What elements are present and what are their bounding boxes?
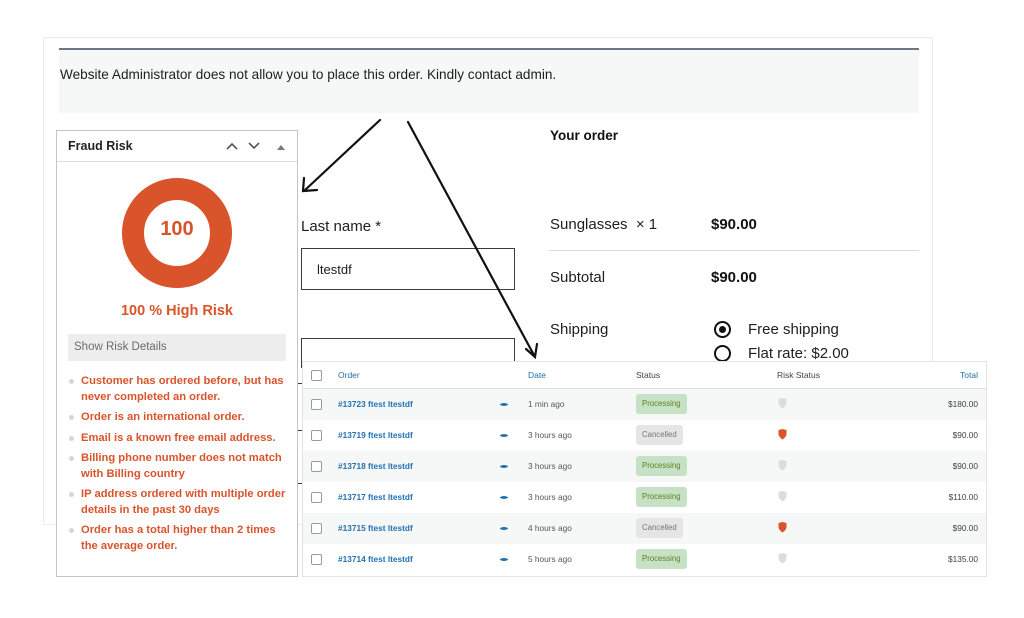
order-total: $180.00 — [948, 399, 978, 409]
risk-shield-icon — [778, 398, 787, 409]
flat-rate-radio[interactable] — [714, 345, 731, 362]
error-notice-text: Website Administrator does not allow you… — [60, 67, 557, 82]
select-all-checkbox[interactable] — [311, 370, 322, 381]
risk-reason: Order has a total higher than 2 times th… — [68, 523, 290, 554]
column-header-total[interactable]: Total — [960, 370, 978, 380]
order-row[interactable]: #13714 ftest ltestdf 5 hours ago Processin… — [303, 544, 986, 575]
preview-eye-icon[interactable] — [500, 557, 508, 562]
order-link[interactable]: #13714 ftest ltestdf — [338, 554, 413, 564]
order-divider — [549, 250, 919, 251]
flat-rate-label[interactable]: Flat rate: $2.00 — [748, 345, 849, 362]
risk-reason: Order is an international order. — [68, 410, 290, 426]
order-total: $90.00 — [952, 430, 978, 440]
order-date: 3 hours ago — [528, 430, 572, 440]
order-item-price: $90.00 — [711, 216, 757, 233]
order-date: 5 hours ago — [528, 554, 572, 564]
row-checkbox[interactable] — [311, 492, 322, 503]
row-checkbox[interactable] — [311, 399, 322, 410]
row-checkbox[interactable] — [311, 461, 322, 472]
order-date: 3 hours ago — [528, 461, 572, 471]
chevron-up-icon[interactable] — [223, 137, 241, 155]
order-row[interactable]: #13715 ftest ltestdf 4 hours ago Cancelled… — [303, 513, 986, 544]
show-risk-details-button[interactable]: Show Risk Details — [68, 334, 286, 361]
last-name-input[interactable]: ltestdf — [301, 248, 515, 290]
order-row[interactable]: #13719 ftest ltestdf 3 hours ago Cancelled… — [303, 420, 986, 451]
chevron-down-icon[interactable] — [245, 137, 263, 155]
your-order-title: Your order — [550, 128, 619, 143]
risk-shield-icon — [778, 460, 787, 471]
order-date: 1 min ago — [528, 399, 565, 409]
risk-level-label: 100 % High Risk — [120, 303, 233, 319]
order-item-name: Sunglasses × 1 — [550, 216, 658, 233]
order-row[interactable]: #13717 ftest ltestdf 3 hours ago Processin… — [303, 482, 986, 513]
column-header-date[interactable]: Date — [528, 370, 546, 380]
order-status-badge: Processing — [636, 456, 687, 476]
preview-eye-icon[interactable] — [500, 495, 508, 500]
error-notice: Website Administrator does not allow you… — [59, 48, 919, 113]
risk-shield-icon — [778, 491, 787, 502]
order-link[interactable]: #13718 ftest ltestdf — [338, 461, 413, 471]
risk-reason: Customer has ordered before, but has nev… — [68, 374, 290, 405]
preview-eye-icon[interactable] — [500, 464, 508, 469]
preview-eye-icon[interactable] — [500, 433, 508, 438]
order-link[interactable]: #13719 ftest ltestdf — [338, 430, 413, 440]
orders-table-header: Order Date Status Risk Status Total — [303, 362, 986, 389]
free-shipping-label[interactable]: Free shipping — [748, 321, 839, 338]
order-total: $110.00 — [948, 492, 978, 502]
order-total: $90.00 — [952, 523, 978, 533]
subtotal-value: $90.00 — [711, 269, 757, 286]
shipping-label: Shipping — [550, 321, 609, 338]
column-header-status: Status — [636, 370, 661, 380]
preview-eye-icon[interactable] — [500, 402, 508, 407]
fraud-risk-panel: Fraud Risk 100 100 % High Risk Show Risk… — [56, 130, 298, 577]
order-link[interactable]: #13715 ftest ltestdf — [338, 523, 413, 533]
free-shipping-radio[interactable] — [714, 321, 731, 338]
order-row[interactable]: #13718 ftest ltestdf 3 hours ago Processin… — [303, 451, 986, 482]
column-header-order[interactable]: Order — [338, 370, 360, 380]
order-status-badge: Cancelled — [636, 425, 683, 445]
risk-reasons-list: Customer has ordered before, but has nev… — [68, 374, 290, 559]
risk-reason: Billing phone number does not match with… — [68, 451, 290, 482]
column-header-risk-status: Risk Status — [777, 370, 820, 380]
preview-eye-icon[interactable] — [500, 526, 508, 531]
last-name-label: Last name * — [301, 218, 382, 235]
row-checkbox[interactable] — [311, 554, 322, 565]
risk-reason: Email is a known free email address. — [68, 431, 290, 447]
order-link[interactable]: #13723 ftest ltestdf — [338, 399, 413, 409]
row-checkbox[interactable] — [311, 430, 322, 441]
risk-shield-icon — [778, 553, 787, 564]
order-status-badge: Processing — [636, 394, 687, 414]
risk-shield-icon — [778, 429, 787, 440]
order-date: 3 hours ago — [528, 492, 572, 502]
order-row[interactable]: #13723 ftest ltestdf 1 min ago Processing $… — [303, 389, 986, 420]
row-checkbox[interactable] — [311, 523, 322, 534]
risk-score-value: 100 — [160, 218, 194, 240]
fraud-risk-header: Fraud Risk — [57, 131, 297, 162]
orders-table: Order Date Status Risk Status Total #137… — [302, 361, 987, 577]
risk-reason: IP address ordered with multiple order d… — [68, 487, 290, 518]
order-date: 4 hours ago — [528, 523, 572, 533]
risk-score-donut: 100 — [122, 178, 232, 288]
fraud-risk-title: Fraud Risk — [68, 139, 133, 153]
order-status-badge: Processing — [636, 549, 687, 569]
risk-shield-icon — [778, 522, 787, 533]
order-status-badge: Cancelled — [636, 518, 683, 538]
orders-table-body: #13723 ftest ltestdf 1 min ago Processing $… — [303, 389, 986, 575]
order-link[interactable]: #13717 ftest ltestdf — [338, 492, 413, 502]
order-total: $135.00 — [948, 554, 978, 564]
toggle-panel-icon[interactable] — [272, 137, 290, 155]
order-total: $90.00 — [952, 461, 978, 471]
order-status-badge: Processing — [636, 487, 687, 507]
subtotal-label: Subtotal — [550, 269, 606, 286]
